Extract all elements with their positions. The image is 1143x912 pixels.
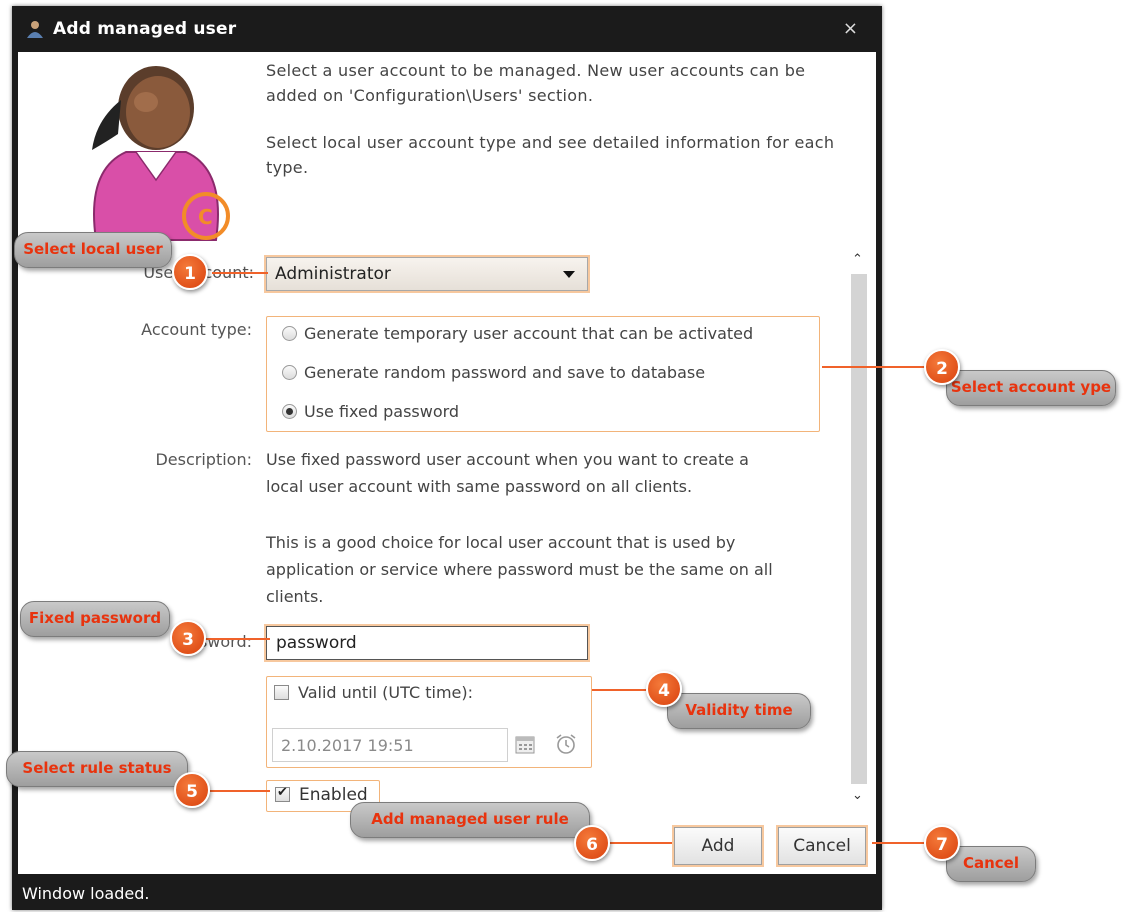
valid-until-label: Valid until (UTC time): [298,683,473,702]
radio-random[interactable] [282,365,297,380]
close-icon[interactable]: × [843,18,858,39]
avatar-icon: C [92,66,230,241]
scroll-down-icon[interactable]: ⌄ [852,788,863,803]
user-icon [27,21,43,38]
scroll-up-icon[interactable]: ⌃ [852,252,863,267]
badge-3: 3 [170,620,206,656]
badge-6: 6 [574,825,610,861]
connector-2 [822,366,932,368]
account-type-option-random[interactable]: Generate random password and save to dat… [282,362,802,386]
callout-validity-time: Validity time [667,693,811,729]
description-text-2: This is a good choice for local user acc… [266,533,773,606]
password-input[interactable]: password [266,626,588,660]
intro-text-2: Select local user account type and see d… [266,133,835,177]
account-type-option-temporary[interactable]: Generate temporary user account that can… [282,323,802,347]
window-title: Add managed user [53,19,237,39]
badge-2: 2 [924,349,960,385]
user-account-value: Administrator [275,264,391,284]
account-type-label: Account type: [141,320,252,339]
callout-add-managed-user-rule: Add managed user rule [350,802,590,838]
radio-fixed[interactable] [282,404,297,419]
connector-5 [210,790,270,792]
account-type-option-fixed[interactable]: Use fixed password [282,401,802,425]
connector-6 [608,842,672,844]
badge-7: 7 [924,825,960,861]
calendar-icon[interactable] [514,734,536,756]
callout-select-local-user: Select local user [14,232,172,268]
scrollbar[interactable]: ⌃ ⌄ [848,250,870,810]
connector-3 [206,638,270,640]
valid-until-value: 2.10.2017 19:51 [281,736,414,755]
valid-until-checkbox[interactable] [274,685,289,700]
connector-1 [212,272,268,274]
description-label: Description: [155,450,252,469]
radio-fixed-label: Use fixed password [304,402,460,421]
badge-4: 4 [646,671,682,707]
intro-text-1: Select a user account to be managed. New… [266,61,806,105]
enabled-label: Enabled [299,785,368,805]
radio-random-label: Generate random password and save to dat… [304,363,706,382]
svg-text:C: C [198,205,213,229]
alarm-clock-icon[interactable] [554,732,578,756]
radio-temporary-label: Generate temporary user account that can… [304,324,754,343]
enabled-checkbox[interactable] [275,785,290,802]
title-bar[interactable]: Add managed user × [12,6,882,52]
badge-5: 5 [174,772,210,808]
valid-until-date-field[interactable]: 2.10.2017 19:51 [272,728,508,762]
radio-temporary[interactable] [282,326,297,341]
chevron-down-icon [563,271,575,278]
callout-select-account-type: Select account ype [946,370,1116,406]
status-text: Window loaded. [22,884,150,903]
callout-cancel: Cancel [946,846,1036,882]
callout-select-rule-status: Select rule status [6,751,188,787]
callout-fixed-password: Fixed password [20,601,170,637]
status-bar: Window loaded. [12,874,882,910]
user-account-combobox[interactable]: Administrator [266,257,588,291]
cancel-button[interactable]: Cancel [778,827,866,865]
scroll-thumb[interactable] [851,274,867,784]
connector-4 [592,689,646,691]
connector-7 [872,842,924,844]
badge-1: 1 [172,254,208,290]
password-value: password [276,633,357,653]
add-button[interactable]: Add [674,827,762,865]
description-text-1: Use fixed password user account when you… [266,450,749,496]
